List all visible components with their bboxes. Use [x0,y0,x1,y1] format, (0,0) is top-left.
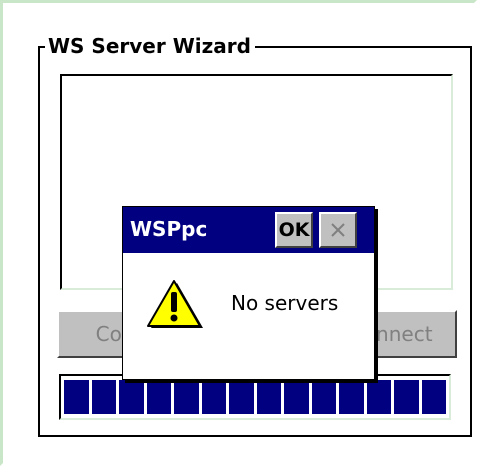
progress-segment [366,380,391,414]
progress-segment [284,380,309,414]
progress-segment [421,380,446,414]
progress-segment [174,380,199,414]
progress-segment [146,380,171,414]
progress-segment [311,380,336,414]
progress-segment [229,380,254,414]
message-box: WSPpc OK No servers [122,206,375,380]
message-box-body: No servers [123,253,374,379]
progress-segment [64,380,89,414]
ok-button[interactable]: OK [275,212,313,248]
close-button[interactable] [319,212,357,248]
message-box-title: WSPpc [130,217,208,241]
ok-button-label: OK [278,219,310,241]
wizard-title: WS Server Wizard [45,33,255,59]
progress-segment [339,380,364,414]
message-box-titlebar: WSPpc OK [123,207,374,253]
progress-segment [201,380,226,414]
progress-segment [256,380,281,414]
progress-bar [59,374,451,420]
progress-segment [119,380,144,414]
warning-icon [147,280,203,328]
progress-segment [394,380,419,414]
close-icon [331,223,345,237]
progress-segment [91,380,116,414]
message-text: No servers [231,291,339,315]
